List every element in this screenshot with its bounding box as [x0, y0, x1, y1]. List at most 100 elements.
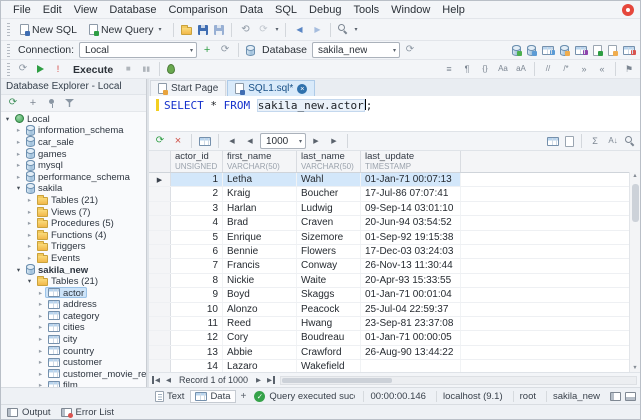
tree-item-address[interactable]: ▸address	[1, 299, 146, 311]
tab-sql1-sql[interactable]: SQL1.sql*×	[227, 80, 315, 96]
last-page-button[interactable]: ▶	[326, 133, 342, 149]
cell-last-update[interactable]: 01-Sep-92 19:15:38	[361, 231, 461, 244]
cell-first-name[interactable]: Francis	[223, 259, 297, 272]
cell-last-name[interactable]: Skaggs	[297, 288, 361, 301]
vertical-scrollbar-thumb[interactable]	[632, 184, 639, 222]
cell-actor-id[interactable]: 14	[171, 360, 223, 372]
table-row[interactable]: ▶1LethaWahl01-Jan-71 00:07:13	[149, 173, 629, 187]
cell-actor-id[interactable]: 10	[171, 303, 223, 316]
stop-button[interactable]: ■	[120, 61, 136, 77]
tree-item-category[interactable]: ▸category	[1, 310, 146, 322]
tree-item-film[interactable]: ▸film	[1, 380, 146, 387]
expander-icon[interactable]: ▸	[25, 208, 34, 216]
first-page-button[interactable]: ◀	[224, 133, 240, 149]
tree-item-cities[interactable]: ▸cities	[1, 322, 146, 334]
expander-icon[interactable]: ▸	[36, 323, 45, 331]
expander-icon[interactable]: ▾	[14, 266, 23, 274]
cell-last-update[interactable]: 20-Jun-94 03:54:52	[361, 216, 461, 229]
row-marker[interactable]	[149, 216, 171, 229]
cell-first-name[interactable]: Brad	[223, 216, 297, 229]
tree-item-country[interactable]: ▸country	[1, 345, 146, 357]
comment-button[interactable]: //	[540, 61, 556, 77]
expander-icon[interactable]: ▸	[36, 370, 45, 378]
navigate-forward-button[interactable]: ▶	[309, 22, 325, 38]
navigate-back-button[interactable]: ◀	[291, 22, 307, 38]
cell-actor-id[interactable]: 11	[171, 317, 223, 330]
table-row[interactable]: 12CoryBoudreau01-Jan-71 00:00:05	[149, 331, 629, 345]
braces-button[interactable]: {}	[477, 61, 493, 77]
undo-button[interactable]: ⟲	[237, 22, 253, 38]
execute-play-button[interactable]	[33, 64, 48, 74]
expander-icon[interactable]: ▸	[25, 196, 34, 204]
cell-actor-id[interactable]: 5	[171, 231, 223, 244]
cell-last-update[interactable]	[361, 360, 461, 372]
table-row[interactable]: 9BoydSkaggs01-Jan-71 00:01:04	[149, 288, 629, 302]
lowercase-button[interactable]: aA	[513, 61, 529, 77]
refresh-explorer-button[interactable]: ⟳	[5, 95, 21, 111]
cell-actor-id[interactable]: 2	[171, 187, 223, 200]
query-builder-button[interactable]	[573, 45, 589, 56]
tree-item-tables-21[interactable]: ▾Tables (21)	[1, 275, 146, 287]
cell-last-name[interactable]: Ludwig	[297, 202, 361, 215]
table-row[interactable]: 13AbbieCrawford26-Aug-90 13:44:22	[149, 346, 629, 360]
cell-last-name[interactable]: Conway	[297, 259, 361, 272]
cell-last-update[interactable]: 26-Nov-13 11:30:44	[361, 259, 461, 272]
next-page-button[interactable]: ▶	[308, 133, 324, 149]
cell-first-name[interactable]: Harlan	[223, 202, 297, 215]
whitespace-button[interactable]: ¶	[459, 61, 475, 77]
row-marker[interactable]	[149, 245, 171, 258]
format-sql-button[interactable]: ≡	[441, 61, 457, 77]
column-header-last-update[interactable]: last_updateTIMESTAMP	[361, 151, 461, 172]
tree-item-procedures-5[interactable]: ▸Procedures (5)	[1, 217, 146, 229]
cell-actor-id[interactable]: 13	[171, 346, 223, 359]
table-row[interactable]: 5EnriqueSizemore01-Sep-92 19:15:38	[149, 231, 629, 245]
row-marker[interactable]	[149, 303, 171, 316]
tree-item-local[interactable]: ▾Local	[1, 113, 146, 125]
row-marker[interactable]	[149, 317, 171, 330]
table-row[interactable]: 14LazaroWakefield	[149, 360, 629, 372]
tree-item-information-schema[interactable]: ▸information_schema	[1, 125, 146, 137]
output-panel-button[interactable]: Output	[7, 407, 51, 418]
first-record-button[interactable]: ◀	[152, 376, 162, 384]
backup-database-button[interactable]	[558, 44, 571, 57]
data-compare-button[interactable]	[540, 45, 556, 56]
schema-compare-button[interactable]	[525, 44, 538, 57]
card-view-button[interactable]	[563, 135, 576, 148]
stop-on-error-button[interactable]: !	[50, 61, 66, 77]
cell-last-update[interactable]: 26-Aug-90 13:44:22	[361, 346, 461, 359]
tree-item-functions-4[interactable]: ▸Functions (4)	[1, 229, 146, 241]
error-list-panel-button[interactable]: Error List	[61, 407, 115, 418]
tree-item-triggers[interactable]: ▸Triggers	[1, 241, 146, 253]
row-marker[interactable]	[149, 331, 171, 344]
vertical-scrollbar[interactable]: ▲ ▼	[629, 172, 640, 372]
row-marker[interactable]	[149, 288, 171, 301]
cell-first-name[interactable]: Cory	[223, 331, 297, 344]
expander-icon[interactable]: ▸	[25, 219, 34, 227]
table-row[interactable]: 8NickieWaite20-Apr-93 15:33:55	[149, 274, 629, 288]
cell-last-update[interactable]: 20-Apr-93 15:33:55	[361, 274, 461, 287]
page-size-select[interactable]: 1000▾	[260, 133, 306, 149]
cell-first-name[interactable]: Enrique	[223, 231, 297, 244]
expander-icon[interactable]: ▸	[36, 300, 45, 308]
cell-first-name[interactable]: Abbie	[223, 346, 297, 359]
menu-data[interactable]: Data	[234, 3, 269, 17]
cell-last-update[interactable]: 23-Sep-81 23:37:08	[361, 317, 461, 330]
prev-record-button[interactable]: ◀	[164, 376, 173, 384]
tree-item-mysql[interactable]: ▸mysql	[1, 159, 146, 171]
tree-item-sakila[interactable]: ▾sakila	[1, 183, 146, 195]
tree-item-tables-21[interactable]: ▸Tables (21)	[1, 194, 146, 206]
execute-button[interactable]: Execute	[68, 62, 118, 77]
row-marker[interactable]	[149, 274, 171, 287]
uppercase-button[interactable]: Aa	[495, 61, 511, 77]
new-object-button[interactable]: +	[25, 95, 41, 111]
row-marker[interactable]: ▶	[149, 173, 171, 186]
cell-actor-id[interactable]: 8	[171, 274, 223, 287]
cell-last-name[interactable]: Boucher	[297, 187, 361, 200]
tree-item-performance-schema[interactable]: ▸performance_schema	[1, 171, 146, 183]
row-marker[interactable]	[149, 360, 171, 372]
cell-last-name[interactable]: Boudreau	[297, 331, 361, 344]
data-export-button[interactable]	[591, 44, 604, 57]
column-header-first-name[interactable]: first_nameVARCHAR(50)	[223, 151, 297, 172]
tree-item-sakila-new[interactable]: ▾sakila_new	[1, 264, 146, 276]
indent-button[interactable]: »	[576, 61, 592, 77]
